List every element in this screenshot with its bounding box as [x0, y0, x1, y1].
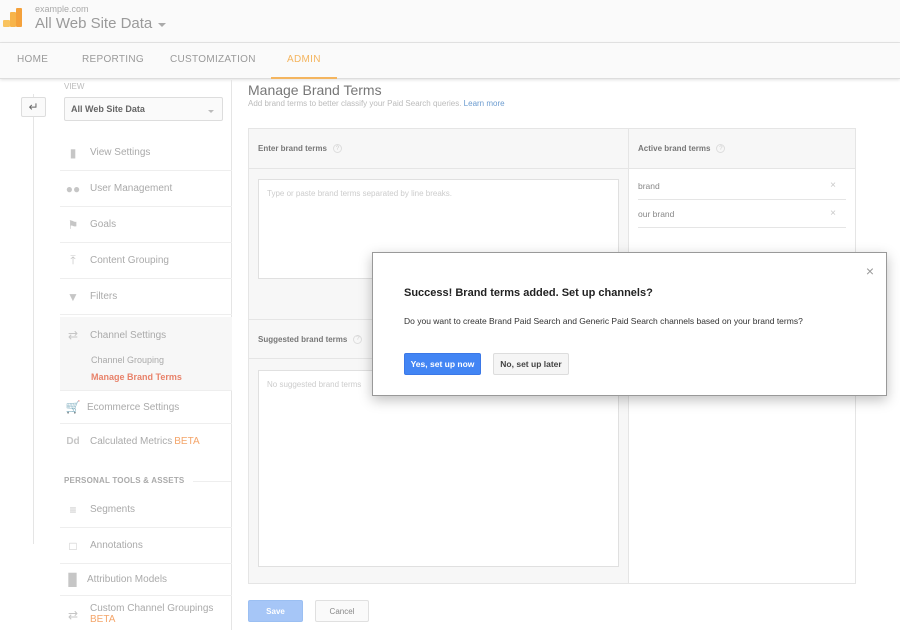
calculated-metrics-label: Calculated Metrics BETA: [90, 435, 200, 447]
save-button[interactable]: Save: [248, 600, 303, 622]
beta-badge: BETA: [174, 435, 200, 447]
suggested-brand-terms-box[interactable]: No suggested brand terms: [258, 370, 619, 567]
sidebar-item-channel-settings[interactable]: ⇄ Channel Settings: [60, 317, 232, 353]
view-select-value: All Web Site Data: [71, 104, 145, 114]
analytics-logo-icon[interactable]: [3, 8, 23, 30]
sidebar-item-custom-channel-groupings[interactable]: ⇄ Custom Channel Groupings BETA: [60, 598, 232, 630]
success-dialog: × Success! Brand terms added. Set up cha…: [372, 252, 887, 396]
beta-badge: BETA: [90, 614, 116, 625]
dd-icon: Dd: [66, 435, 80, 447]
suggested-empty-text: No suggested brand terms: [267, 380, 362, 389]
active-term-row: brand ×: [638, 172, 846, 200]
flag-icon: ⚑: [67, 217, 79, 232]
sidebar-sub-manage-brand-terms[interactable]: Manage Brand Terms: [91, 372, 182, 382]
section-personal-tools: PERSONAL TOOLS & ASSETS: [64, 476, 185, 485]
help-icon[interactable]: ?: [353, 334, 363, 344]
dialog-body: Do you want to create Brand Paid Search …: [404, 316, 803, 326]
chevron-down-icon: [208, 110, 214, 113]
sidebar-item-user-management[interactable]: ●● User Management: [60, 171, 232, 207]
chevron-down-icon: [158, 22, 167, 27]
section-divider: [193, 481, 231, 482]
enter-brand-terms-placeholder: Type or paste brand terms separated by l…: [267, 189, 452, 198]
sidebar-item-filters[interactable]: ▼ Filters: [60, 279, 232, 315]
sidebar-item-segments[interactable]: ≡ Segments: [60, 492, 232, 528]
tab-home[interactable]: HOME: [17, 43, 48, 79]
learn-more-link[interactable]: Learn more: [464, 99, 505, 108]
view-label: VIEW: [64, 82, 85, 91]
tab-customization[interactable]: CUSTOMIZATION: [170, 43, 256, 79]
tab-admin[interactable]: ADMIN: [271, 43, 337, 79]
bar-chart-icon: ▉: [68, 572, 78, 587]
sidebar-item-calculated-metrics[interactable]: Dd Calculated Metrics BETA: [60, 424, 232, 458]
merge-icon: ⤒: [70, 253, 76, 267]
sidebar-item-view-settings[interactable]: ▮ View Settings: [60, 135, 232, 171]
main-nav: HOME REPORTING CUSTOMIZATION ADMIN: [0, 43, 900, 79]
back-button[interactable]: ↵: [21, 97, 46, 117]
channel-settings-group: ⇄ Channel Settings Channel Grouping Mana…: [60, 317, 232, 391]
property-name: All Web Site Data: [35, 15, 153, 32]
active-term-row: our brand ×: [638, 200, 846, 228]
admin-page: example.com All Web Site Data HOME REPOR…: [0, 0, 900, 630]
account-name: example.com: [35, 4, 89, 14]
remove-icon[interactable]: ×: [830, 208, 836, 219]
close-icon[interactable]: ×: [866, 264, 874, 278]
rail-divider: [33, 94, 34, 544]
enter-brand-terms-header: Enter brand terms ?: [249, 129, 628, 169]
sidebar-item-annotations[interactable]: □ Annotations: [60, 528, 232, 564]
active-brand-terms-header: Active brand terms ?: [629, 129, 855, 169]
header: example.com All Web Site Data: [0, 0, 900, 43]
sidebar-item-attribution-models[interactable]: ▉ Attribution Models: [60, 564, 232, 596]
sidebar-item-content-grouping[interactable]: ⤒ Content Grouping: [60, 243, 232, 279]
document-icon: ▮: [69, 145, 77, 160]
users-icon: ●●: [65, 181, 81, 196]
help-icon[interactable]: ?: [332, 144, 342, 153]
page-subtitle: Add brand terms to better classify your …: [248, 99, 505, 108]
help-icon[interactable]: ?: [716, 144, 726, 153]
cancel-button[interactable]: Cancel: [315, 600, 369, 622]
property-selector[interactable]: All Web Site Data: [35, 15, 167, 32]
active-term: our brand: [638, 208, 675, 219]
filter-icon: ▼: [67, 289, 79, 304]
dialog-title: Success! Brand terms added. Set up chann…: [404, 287, 653, 299]
channel-icon: ⇄: [67, 608, 79, 622]
page-title: Manage Brand Terms: [248, 82, 382, 98]
cart-icon: 🛒: [65, 400, 81, 414]
segments-icon: ≡: [69, 502, 77, 517]
sidebar-item-goals[interactable]: ⚑ Goals: [60, 207, 232, 243]
active-term: brand: [638, 180, 660, 191]
tab-reporting[interactable]: REPORTING: [82, 43, 144, 79]
setup-later-button[interactable]: No, set up later: [493, 353, 569, 375]
sidebar-sub-channel-grouping[interactable]: Channel Grouping: [91, 355, 164, 365]
view-select[interactable]: All Web Site Data: [64, 97, 223, 121]
remove-icon[interactable]: ×: [830, 180, 836, 191]
back-arrow-icon: ↵: [28, 100, 39, 114]
channel-icon: ⇄: [67, 328, 79, 342]
annotation-icon: □: [69, 538, 77, 553]
setup-now-button[interactable]: Yes, set up now: [404, 353, 481, 375]
sidebar-item-ecommerce-settings[interactable]: 🛒 Ecommerce Settings: [60, 391, 232, 424]
admin-sidebar: VIEW All Web Site Data ▮ View Settings ●…: [60, 80, 232, 630]
